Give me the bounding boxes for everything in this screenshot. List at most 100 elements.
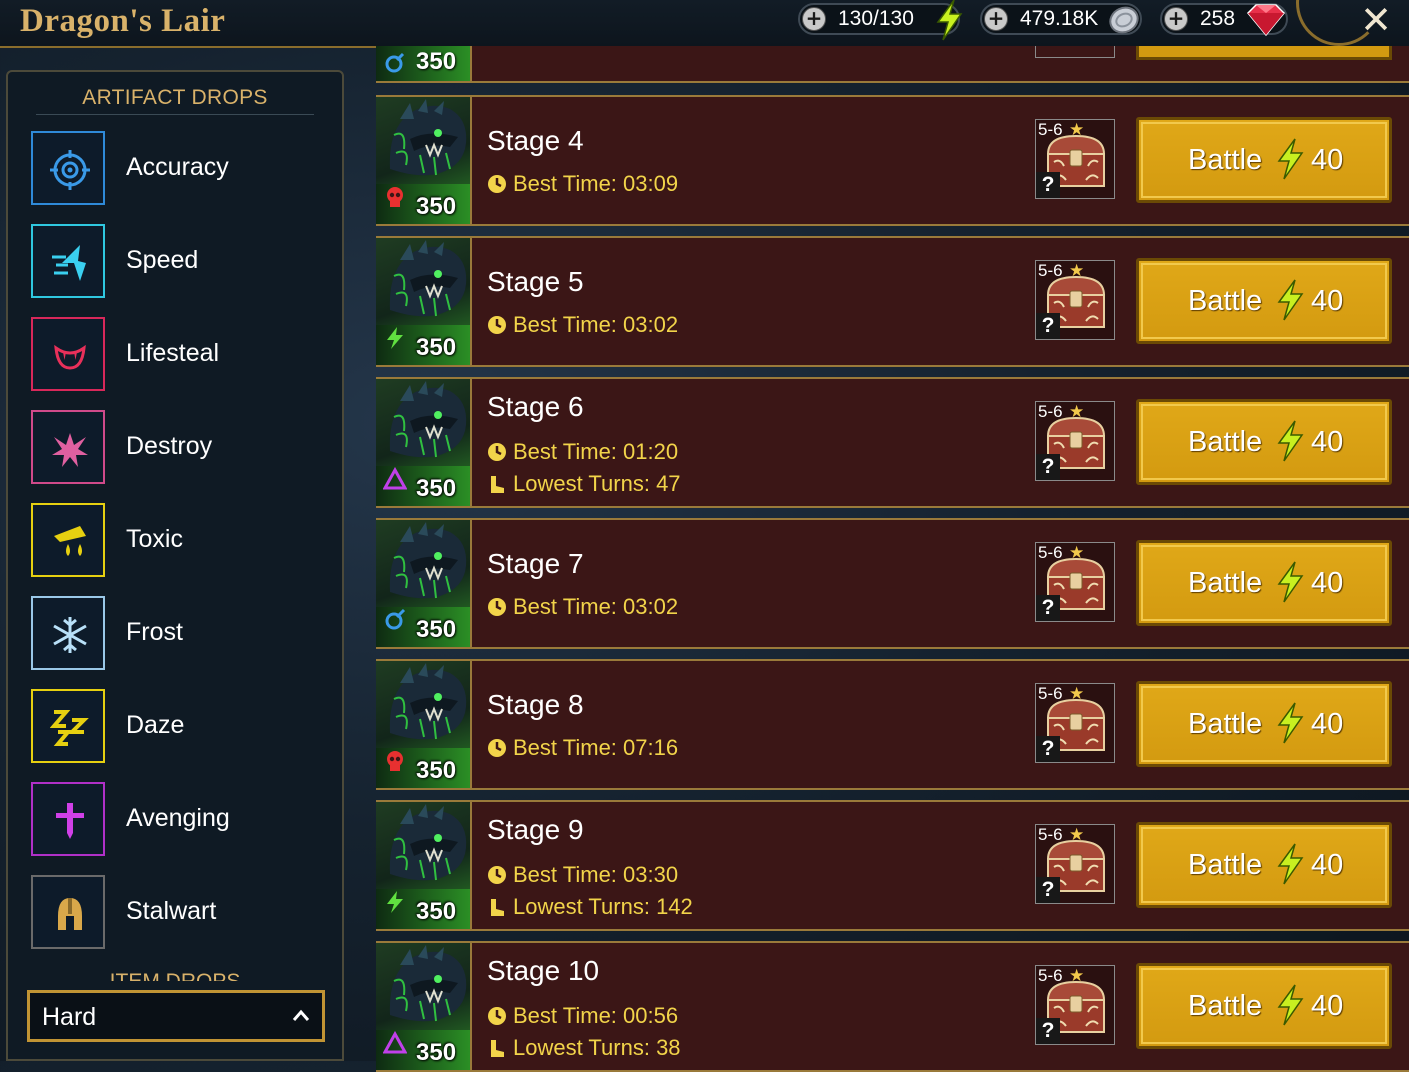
enemy-level: 350 (416, 334, 457, 361)
artifact-set-stalwart[interactable]: Stalwart (31, 875, 331, 951)
turns-boot-icon (491, 476, 504, 493)
affinity-badge (383, 608, 407, 637)
artifact-set-label: Toxic (126, 525, 183, 553)
battle-button[interactable]: Battle 40 (1136, 399, 1392, 485)
energy-cost: 40 (1311, 708, 1344, 740)
drop-rewards-chest[interactable]: 5-6 ★? (1035, 119, 1115, 199)
page-title: Dragon's Lair (20, 3, 226, 39)
lowest-turns-text: Lowest Turns: 142 (513, 894, 693, 919)
drop-star-range: 5-6 (1038, 402, 1063, 421)
enemy-level: 350 (416, 48, 457, 75)
battle-label: Battle (1188, 990, 1263, 1022)
stage-card-partial[interactable]: 350 (376, 46, 1409, 83)
stage-thumbnail: 350 (376, 379, 472, 506)
artifact-set-label: Stalwart (126, 897, 217, 925)
battle-button[interactable]: Battle 40 (1136, 258, 1392, 344)
drop-star-range: 5-6 (1038, 261, 1063, 280)
toxic-icon (31, 503, 105, 577)
star-icon: ★ (1069, 120, 1085, 139)
artifact-set-accuracy[interactable]: Accuracy (31, 131, 331, 207)
lowest-turns-row: Lowest Turns: 142 (487, 894, 693, 920)
clock-icon (488, 443, 506, 461)
best-time-text: Best Time: 00:56 (513, 1003, 679, 1028)
silver-value: 479.18K (1020, 7, 1099, 30)
stage-card[interactable]: 350 Stage 5 Best Time: 03:02 5-6 ★? Battle 40 (376, 236, 1409, 367)
ruby-gem-icon (1246, 4, 1286, 37)
destroy-icon (31, 410, 105, 484)
lowest-turns-row: Lowest Turns: 38 (487, 1035, 681, 1061)
artifact-set-daze[interactable]: Daze (31, 689, 331, 765)
artifact-set-destroy[interactable]: Destroy (31, 410, 331, 486)
stage-card[interactable]: 350 Stage 7 Best Time: 03:02 5-6 ★? Battle 40 (376, 518, 1409, 649)
artifact-set-avenging[interactable]: Avenging (31, 782, 331, 858)
add-gems-button[interactable]: + (1164, 7, 1188, 31)
drop-rewards-chest[interactable]: 5-6 ★? (1035, 260, 1115, 340)
drop-rewards-chest[interactable]: 5-6 ★? (1035, 683, 1115, 763)
turns-boot-icon (491, 1040, 504, 1057)
energy-cost-bolt-icon (1277, 420, 1304, 462)
battle-label: Battle (1188, 849, 1263, 881)
stage-thumbnail: 350 (376, 97, 472, 224)
drop-rewards-chest[interactable]: 5-6 ★? (1035, 965, 1115, 1045)
stage-thumbnail: 350 (376, 943, 472, 1070)
stage-card[interactable]: 350 Stage 8 Best Time: 07:16 5-6 ★? Battle 40 (376, 659, 1409, 790)
battle-button[interactable]: Battle 40 (1136, 681, 1392, 767)
energy-bolt-icon (936, 0, 963, 41)
battle-button[interactable]: Battle 40 (1136, 540, 1392, 626)
force-affinity-skull-icon (387, 751, 403, 771)
best-time-row: Best Time: 03:02 (487, 594, 678, 620)
add-energy-button[interactable]: + (802, 7, 826, 31)
silver-coin-icon (1109, 6, 1139, 34)
artifact-set-frost[interactable]: Frost (31, 596, 331, 672)
artifact-set-label: Daze (126, 711, 185, 739)
magic-affinity-icon (385, 52, 405, 73)
battle-button[interactable]: Battle 40 (1136, 963, 1392, 1049)
stage-card[interactable]: 350 Stage 9 Best Time: 03:30 Lowest Turns: … (376, 800, 1409, 931)
affinity-badge (383, 185, 407, 214)
affinity-badge (383, 749, 407, 778)
force-affinity-skull-icon (387, 187, 403, 207)
stalwart-helmet-icon (31, 875, 105, 949)
stage-card[interactable]: 350 Stage 6 Best Time: 01:20 Lowest Turns: … (376, 377, 1409, 508)
artifact-set-speed[interactable]: Speed (31, 224, 331, 300)
stage-card[interactable]: 350 Stage 10 Best Time: 00:56 Lowest Turns:… (376, 941, 1409, 1072)
artifact-set-toxic[interactable]: Toxic (31, 503, 331, 579)
add-silver-button[interactable]: + (984, 7, 1008, 31)
stage-thumbnail: 350 (376, 46, 472, 81)
best-time-row: Best Time: 03:02 (487, 312, 678, 338)
artifact-set-lifesteal[interactable]: Lifesteal (31, 317, 331, 393)
battle-button-partial[interactable] (1136, 46, 1392, 60)
drop-rewards-chest[interactable]: 5-6 ★? (1035, 824, 1115, 904)
speed-icon (31, 224, 105, 298)
affinity-badge (383, 890, 407, 919)
question-mark-icon: ? (1036, 736, 1060, 762)
dragon-boss-icon (389, 522, 467, 599)
clock-icon (488, 1007, 506, 1025)
energy-cost: 40 (1311, 144, 1344, 176)
best-time-row: Best Time: 01:20 (487, 439, 678, 465)
energy-cost-bolt-icon (1277, 702, 1304, 744)
dragon-boss-icon (389, 663, 467, 740)
dragon-boss-icon (389, 804, 467, 881)
energy-cost-bolt-icon (1277, 561, 1304, 603)
drop-rewards-chest[interactable]: 5-6 ★? (1035, 401, 1115, 481)
difficulty-dropdown[interactable]: Hard (27, 990, 325, 1042)
stage-thumbnail: 350 (376, 661, 472, 788)
lifesteal-icon (31, 317, 105, 391)
energy-cost: 40 (1311, 849, 1344, 881)
close-button[interactable]: ✕ (1356, 1, 1396, 39)
battle-button[interactable]: Battle 40 (1136, 117, 1392, 203)
question-mark-icon: ? (1036, 595, 1060, 621)
dragon-boss-icon (389, 99, 467, 176)
drop-rewards-chest[interactable]: 5-6 ★? (1035, 542, 1115, 622)
battle-button[interactable]: Battle 40 (1136, 822, 1392, 908)
energy-cost-bolt-icon (1277, 843, 1304, 885)
stage-name: Stage 10 (487, 955, 600, 986)
energy-cost: 40 (1311, 285, 1344, 317)
question-mark-icon: ? (1036, 313, 1060, 339)
stage-card[interactable]: 350 Stage 4 Best Time: 03:09 5-6 ★? Battle 40 (376, 95, 1409, 226)
title-divider (36, 114, 314, 115)
enemy-level: 350 (416, 616, 457, 643)
lowest-turns-row: Lowest Turns: 47 (487, 471, 681, 497)
best-time-text: Best Time: 03:02 (513, 312, 679, 337)
